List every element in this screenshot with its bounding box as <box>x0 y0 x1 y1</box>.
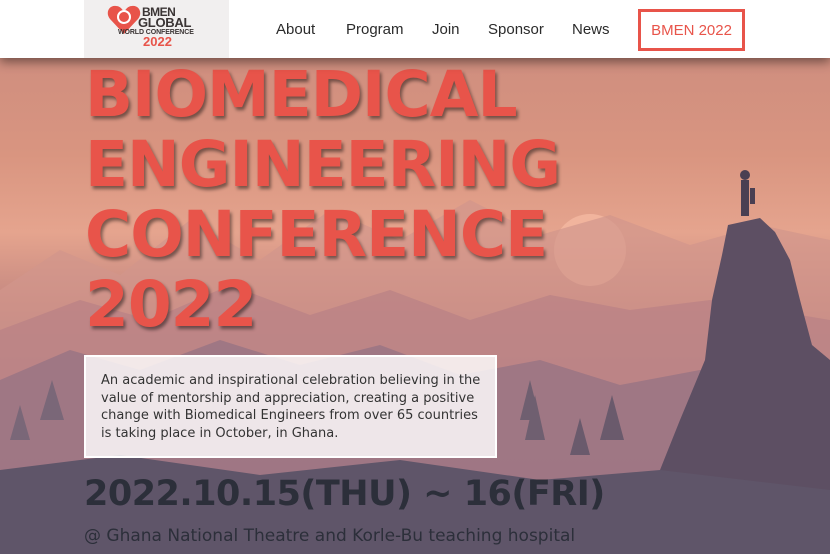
bmen-2022-button[interactable]: BMEN 2022 <box>638 9 745 51</box>
nav-link-join[interactable]: Join <box>432 21 460 39</box>
event-date: 2022.10.15(THU) ~ 16(FRI) <box>84 474 605 514</box>
hero-title-line: CONFERENCE <box>85 198 548 271</box>
nav-link-about[interactable]: About <box>276 21 315 39</box>
nav-link-program[interactable]: Program <box>346 21 404 39</box>
nav-link-sponsor[interactable]: Sponsor <box>488 21 544 39</box>
bmen-logo[interactable]: BMEN GLOBAL WORLD CONFERENCE 2022 <box>84 0 229 58</box>
hero-title: BIOMEDICAL ENGINEERING CONFERENCE 2022 <box>85 58 561 341</box>
event-venue: @ Ghana National Theatre and Korle-Bu te… <box>84 526 576 546</box>
description-box: An academic and inspirational celebratio… <box>84 355 497 458</box>
nav-link-news[interactable]: News <box>572 21 610 39</box>
hero-title-line: 2022 <box>85 268 257 341</box>
logo-text-global: GLOBAL <box>138 15 192 30</box>
description-text: An academic and inspirational celebratio… <box>101 373 481 441</box>
logo-text-year: 2022 <box>143 34 172 49</box>
hero-title-line: BIOMEDICAL <box>85 58 518 131</box>
top-navbar: BMEN GLOBAL WORLD CONFERENCE 2022 About … <box>0 0 830 58</box>
hero-title-line: ENGINEERING <box>85 128 561 201</box>
